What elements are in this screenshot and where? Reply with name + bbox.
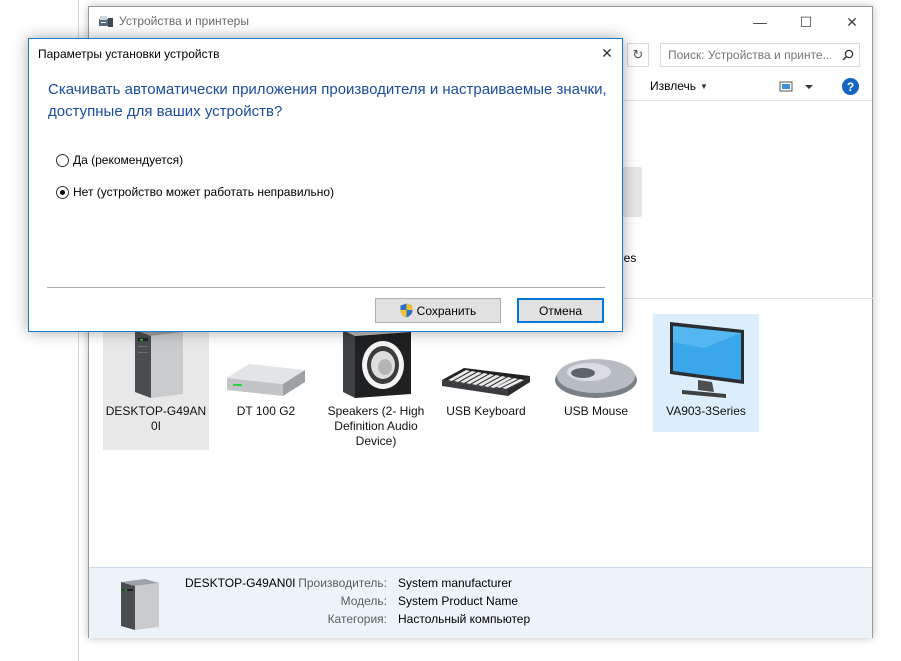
mouse-icon <box>555 359 637 398</box>
window-title: Устройства и принтеры <box>119 14 249 28</box>
change-view-icon[interactable] <box>779 80 819 94</box>
radio-label-yes: Да (рекомендуется) <box>73 153 184 167</box>
search-box[interactable] <box>660 43 860 67</box>
help-button[interactable]: ? <box>842 78 859 95</box>
device-label: VA903-3Series <box>666 404 746 418</box>
partial-device-icon[interactable] <box>622 167 642 217</box>
device-desktop[interactable]: DESKTOP-G49AN 0I <box>103 320 209 450</box>
details-model-key: Модель: <box>340 594 387 608</box>
device-label: Speakers (2- High Definition Audio Devic… <box>327 404 425 448</box>
dialog-title: Параметры установки устройств <box>38 47 220 61</box>
desktop-tower-icon <box>135 326 183 398</box>
radio-button-no[interactable] <box>56 185 69 199</box>
monitor-icon <box>670 322 744 398</box>
details-device-name: DESKTOP-G49AN0I <box>185 576 296 590</box>
device-mouse[interactable]: USB Mouse <box>543 320 649 419</box>
details-pane: DESKTOP-G49AN0I Производитель: System ma… <box>89 567 872 638</box>
desktop-tower-icon <box>121 579 159 630</box>
device-label: USB Mouse <box>563 404 629 418</box>
radio-button-yes[interactable] <box>56 153 69 167</box>
close-window-button[interactable]: ✕ <box>829 7 875 37</box>
save-label: Сохранить <box>416 303 477 318</box>
keyboard-icon <box>442 368 530 396</box>
details-manufacturer-key: Производитель: <box>298 576 387 590</box>
device-label: DESKTOP-G49AN 0I <box>105 404 207 433</box>
details-model-value: System Product Name <box>398 594 519 608</box>
uac-shield-icon <box>400 303 413 318</box>
eject-button[interactable]: Извлечь ▼ <box>650 79 708 93</box>
device-usb-drive[interactable]: DT 100 G2 <box>213 320 319 419</box>
save-button[interactable]: Сохранить <box>375 298 501 323</box>
dialog-separator <box>47 287 605 288</box>
details-category-value: Настольный компьютер <box>398 612 531 626</box>
device-label: USB Keyboard <box>446 404 526 418</box>
radio-label-no: Нет (устройство может работать неправиль… <box>73 185 335 199</box>
details-manufacturer-value: System manufacturer <box>398 576 513 590</box>
maximize-button[interactable]: ☐ <box>783 7 829 37</box>
cancel-button[interactable]: Отмена <box>517 298 604 323</box>
device-keyboard[interactable]: USB Keyboard <box>433 320 539 419</box>
details-category-key: Категория: <box>327 612 387 626</box>
search-icon <box>842 49 854 61</box>
radio-option-no[interactable]: Нет (устройство может работать неправиль… <box>56 185 334 199</box>
chevron-down-icon: ▼ <box>700 82 708 91</box>
dialog-question: Скачивать автоматически приложения произ… <box>48 81 607 120</box>
title-bar[interactable]: Устройства и принтеры — ☐ ✕ <box>89 7 872 37</box>
refresh-button[interactable]: ↻ <box>627 43 649 67</box>
search-input[interactable] <box>661 44 831 66</box>
device-installation-settings-dialog: Параметры установки устройств ✕ Скачиват… <box>28 38 623 332</box>
device-label: DT 100 G2 <box>236 404 296 418</box>
speaker-icon <box>343 326 411 398</box>
devices-printers-app-icon <box>99 16 113 27</box>
eject-label: Извлечь <box>650 79 697 93</box>
usb-drive-icon <box>227 364 305 396</box>
device-monitor[interactable]: VA903-3Series <box>653 314 759 432</box>
minimize-button[interactable]: — <box>737 7 783 37</box>
device-speakers[interactable]: Speakers (2- High Definition Audio Devic… <box>323 320 429 449</box>
radio-option-yes[interactable]: Да (рекомендуется) <box>56 153 183 167</box>
dialog-close-button[interactable]: ✕ <box>592 39 622 67</box>
